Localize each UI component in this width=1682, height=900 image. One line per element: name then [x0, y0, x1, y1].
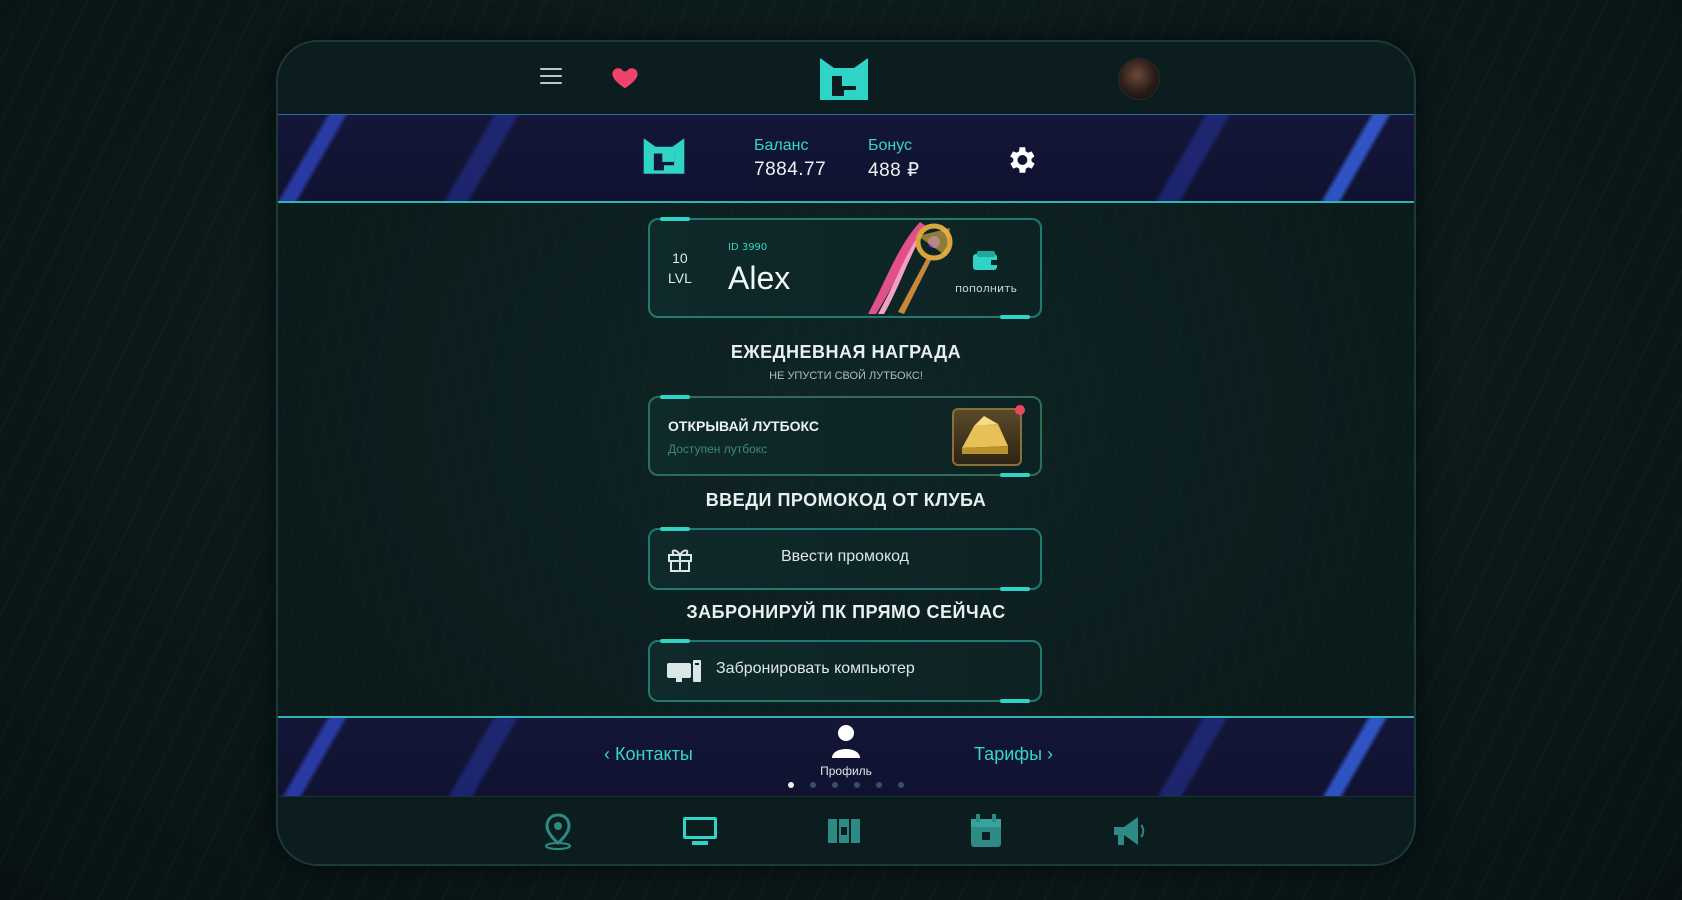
bonus-value: 488 ₽ [868, 160, 920, 181]
monitor-icon[interactable] [680, 811, 720, 851]
treasure-chest-icon [952, 405, 1025, 466]
user-avatar[interactable] [1118, 58, 1160, 100]
bottom-tab-bar [278, 796, 1414, 864]
lootbox-subtitle: Доступен лутбокс [668, 442, 768, 456]
carousel-dot[interactable] [854, 782, 860, 788]
level-badge: 10 LVL [668, 248, 692, 288]
carousel-dot[interactable] [810, 782, 816, 788]
book-computer-button[interactable]: Забронировать компьютер [648, 639, 1042, 703]
location-pin-icon[interactable] [538, 811, 578, 851]
megaphone-icon[interactable] [1108, 811, 1148, 851]
carousel-next-label: Тарифы [974, 744, 1043, 764]
calendar-icon[interactable] [966, 811, 1006, 851]
carousel-dot[interactable] [898, 782, 904, 788]
enter-promo-button[interactable]: Ввести промокод [648, 527, 1042, 591]
map-icon[interactable] [824, 811, 864, 851]
bonus-label: Бонус [868, 137, 913, 154]
carousel-banner: ‹ Контакты Профиль Тарифы › [278, 716, 1414, 799]
carousel-dot[interactable] [832, 782, 838, 788]
profile-card[interactable]: 10 LVL ID 3990 Alex пополнить [648, 217, 1042, 319]
carousel-dot[interactable] [788, 782, 794, 788]
balance-banner: Баланс 7884.77 Бонус 488 ₽ [278, 114, 1414, 203]
carousel-next-button[interactable]: Тарифы › [974, 744, 1053, 765]
balance-label: Баланс [754, 137, 809, 154]
carousel-dot[interactable] [876, 782, 882, 788]
heart-icon[interactable] [610, 62, 640, 92]
user-icon [832, 725, 860, 758]
daily-reward-subtitle: НЕ УПУСТИ СВОЙ ЛУТБОКС! [769, 370, 923, 382]
club-logo-icon [820, 58, 868, 100]
lootbox-title: ОТКРЫВАЙ ЛУТБОКС [668, 418, 820, 434]
carousel-profile-label: Профиль [820, 764, 872, 778]
lootbox-card[interactable]: ОТКРЫВАЙ ЛУТБОКС Доступен лутбокс [648, 395, 1042, 477]
top-bar [278, 42, 1414, 115]
carousel-prev-label: Контакты [615, 744, 693, 764]
carousel-prev-button[interactable]: ‹ Контакты [604, 744, 693, 765]
computer-icon [667, 660, 701, 682]
promo-title: ВВЕДИ ПРОМОКОД ОТ КЛУБА [705, 490, 987, 510]
user-name: Alex [728, 260, 791, 296]
enter-promo-label: Ввести промокод [780, 548, 910, 565]
notification-dot [1015, 405, 1025, 415]
bonus-stat: Бонус 488 ₽ [868, 137, 920, 182]
gear-icon[interactable] [1004, 143, 1038, 177]
level-number: 10 [672, 250, 688, 266]
user-id: ID 3990 [728, 242, 768, 253]
booking-title: ЗАБРОНИРУЙ ПК ПРЯМО СЕЙЧАС [686, 602, 1006, 622]
balance-stat: Баланс 7884.77 [754, 137, 826, 181]
balance-value: 7884.77 [754, 159, 827, 180]
chevron-left-icon: ‹ [604, 744, 610, 764]
topup-label: пополнить [954, 282, 1018, 295]
level-label: LVL [668, 270, 692, 286]
carousel-dots [788, 782, 908, 790]
daily-reward-title: ЕЖЕДНЕВНАЯ НАГРАДА [730, 342, 962, 362]
chevron-right-icon: › [1047, 744, 1054, 764]
club-logo-small-icon [643, 138, 685, 174]
hamburger-icon[interactable] [540, 68, 562, 86]
app-window: Баланс 7884.77 Бонус 488 ₽ 10 LVL ID 399… [276, 40, 1416, 866]
wallet-icon [973, 251, 999, 270]
carousel-profile[interactable]: Профиль [798, 724, 894, 778]
book-computer-label: Забронировать компьютер [716, 660, 915, 677]
topup-button[interactable]: пополнить [946, 250, 1026, 295]
